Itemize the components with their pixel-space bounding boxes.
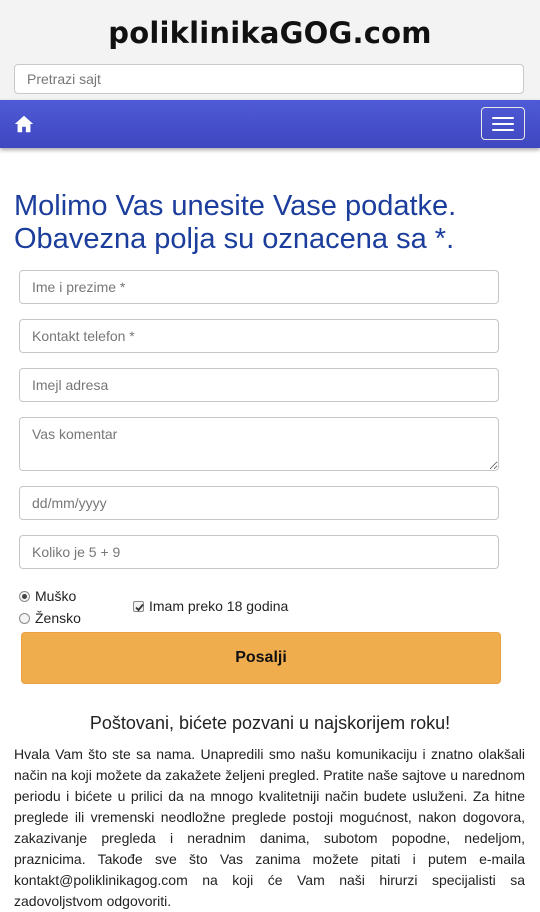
form-heading: Molimo Vas unesite Vase podatke. Obavezn… xyxy=(14,190,524,256)
form-heading-line-1: Molimo Vas unesite Vase podatke. xyxy=(14,190,457,222)
thanks-body: Hvala Vam što ste sa nama. Unapredili sm… xyxy=(14,746,525,909)
gender-male-label: Muško xyxy=(35,588,77,604)
checkmark-icon xyxy=(135,603,144,611)
menu-toggle-button[interactable] xyxy=(481,107,525,140)
navbar xyxy=(0,100,540,148)
form-heading-line-2: Obavezna polja su oznacena sa *. xyxy=(14,223,455,255)
site-title[interactable]: poliklinikaGOG.com xyxy=(0,16,540,50)
phone-field[interactable] xyxy=(19,319,499,353)
captcha-field[interactable] xyxy=(19,535,499,569)
gender-male-radio[interactable] xyxy=(19,590,30,602)
hamburger-menu-icon xyxy=(492,117,514,119)
email-field[interactable] xyxy=(19,368,499,402)
gender-female-radio[interactable] xyxy=(19,612,30,624)
gender-female-option[interactable]: Žensko xyxy=(19,610,81,626)
site-header: poliklinikaGOG.com xyxy=(0,0,540,100)
age-confirm-option[interactable]: Imam preko 18 godina xyxy=(133,598,288,614)
date-field[interactable] xyxy=(19,486,499,520)
thanks-title: Poštovani, bićete pozvani u najskorijem … xyxy=(89,713,451,733)
search-input[interactable] xyxy=(14,64,524,94)
gender-male-option[interactable]: Muško xyxy=(19,588,76,604)
submit-button[interactable]: Posalji xyxy=(21,632,501,684)
gender-female-label: Žensko xyxy=(35,610,81,626)
age-confirm-checkbox[interactable] xyxy=(133,600,144,612)
name-field[interactable] xyxy=(19,270,499,304)
comment-field[interactable] xyxy=(19,417,499,471)
home-icon[interactable] xyxy=(13,113,35,135)
age-confirm-label: Imam preko 18 godina xyxy=(149,598,289,614)
